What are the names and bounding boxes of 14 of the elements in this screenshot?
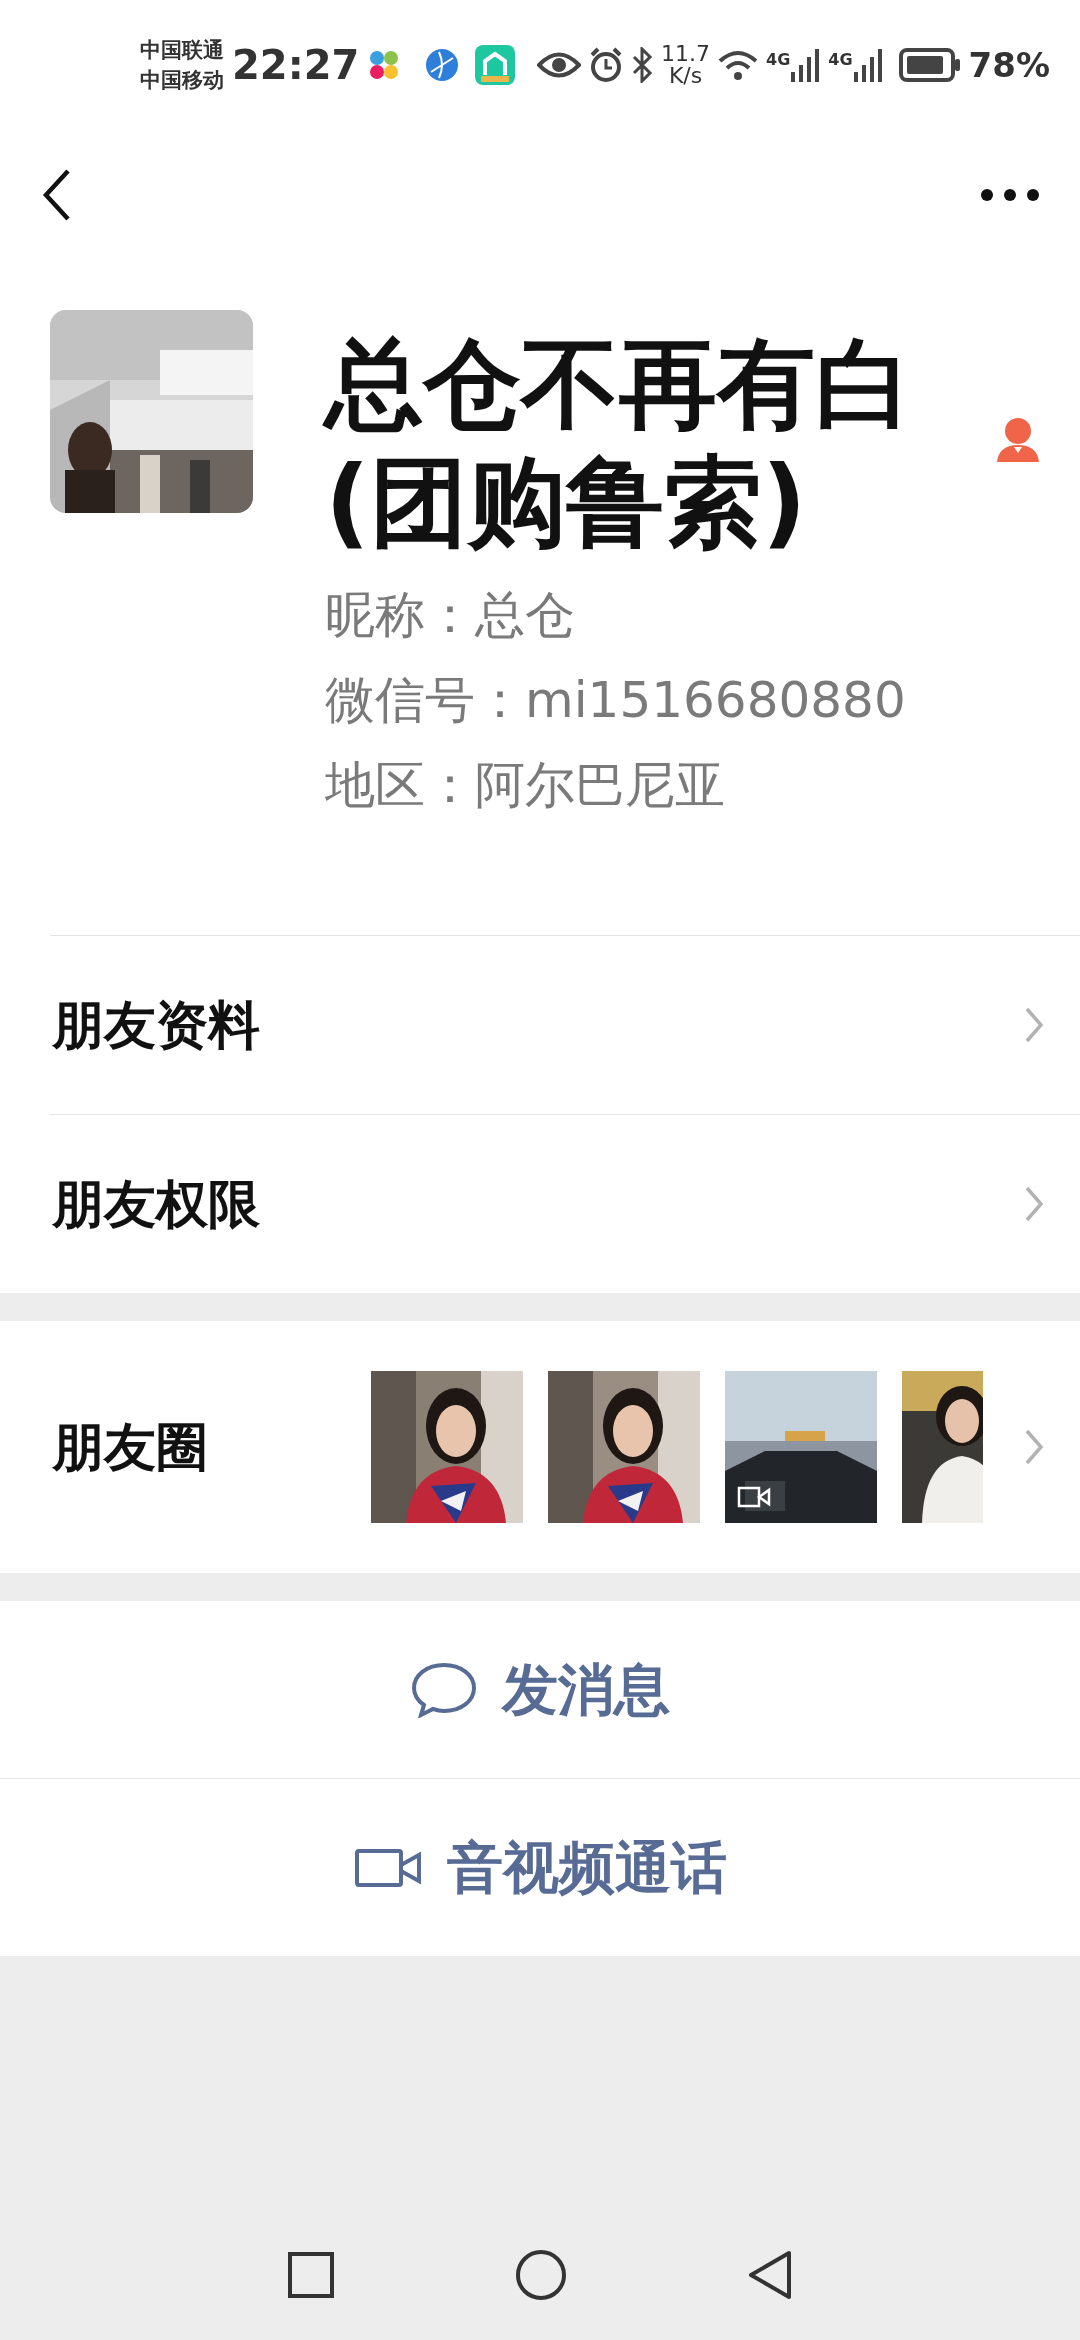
speed-value: 11.7 [661,43,711,65]
clock: 22:27 [232,41,360,90]
action-button[interactable]: 音视频通话 [0,1779,1080,1956]
profile-detail: 地区：阿尔巴尼亚 [325,755,726,816]
profile-detail: 昵称：总仓 [325,585,576,646]
profile-detail: 微信号：mi1516680880 [325,670,907,731]
moments-row[interactable]: 朋友圈 [0,1321,1080,1573]
speed-unit: K/s [667,65,704,87]
network-label: 4G [766,49,791,71]
battery-percentage: 78% [968,43,1050,87]
carrier-name: 中国联通 [140,37,224,64]
network-label: 4G [828,49,853,71]
carrier-name: 中国移动 [140,67,224,94]
action-button[interactable]: 发消息 [0,1601,1080,1778]
